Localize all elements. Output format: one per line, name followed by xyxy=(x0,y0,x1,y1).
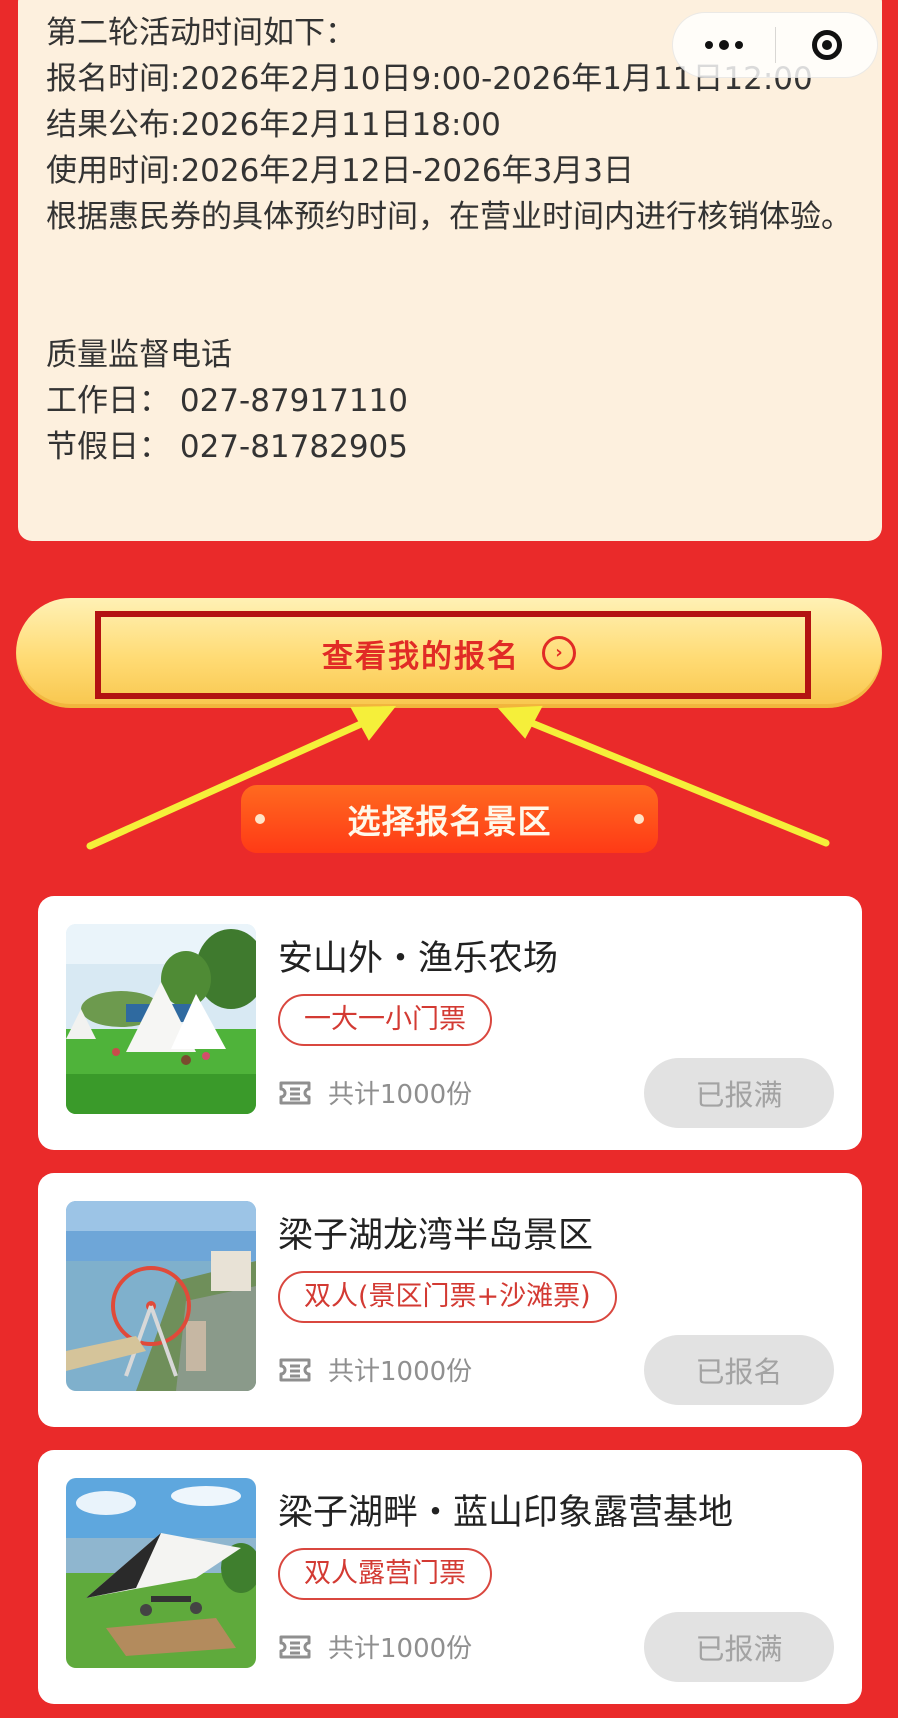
spot-photo-farm xyxy=(66,924,256,1114)
ticket-type-tag: 一大一小门票 xyxy=(278,994,492,1046)
ticket-icon xyxy=(279,1635,311,1658)
title-dot-left xyxy=(255,814,265,824)
title-dot-right xyxy=(634,814,644,824)
holiday-phone: 节假日： 027-81782905 xyxy=(46,429,408,465)
signup-status-button[interactable]: 已报名 xyxy=(644,1335,834,1405)
spot-photo-peninsula xyxy=(66,1201,256,1391)
chevron-right-circle-icon: › xyxy=(542,636,576,670)
close-miniprogram-icon[interactable] xyxy=(776,13,877,77)
ticket-count: 共计1000份 xyxy=(278,1628,472,1665)
spot-card[interactable]: 梁子湖龙湾半岛景区 双人(景区门票+沙滩票) 共计1000份 已报名 xyxy=(38,1173,862,1427)
supervision-title: 质量监督电话 xyxy=(46,337,232,373)
workday-phone: 工作日： 027-87917110 xyxy=(46,383,408,419)
signup-status-button[interactable]: 已报满 xyxy=(644,1612,834,1682)
ticket-type-tag: 双人(景区门票+沙滩票) xyxy=(278,1271,617,1323)
spot-name: 梁子湖畔・蓝山印象露营基地 xyxy=(278,1493,734,1533)
section-title-badge: 选择报名景区 xyxy=(241,785,658,853)
miniprogram-capsule xyxy=(672,12,878,78)
ticket-icon xyxy=(279,1081,311,1104)
ticket-count: 共计1000份 xyxy=(278,1351,472,1388)
spot-photo-campsite xyxy=(66,1478,256,1668)
use-time: 使用时间:2026年2月12日-2026年3月3日 xyxy=(46,153,635,189)
notice-spacer xyxy=(46,240,854,332)
activity-notice-card: 第二轮活动时间如下： 报名时间:2026年2月10日9:00-2026年1月11… xyxy=(18,0,882,541)
left-annotation-arrow-head xyxy=(350,705,397,741)
more-options-icon[interactable] xyxy=(673,13,775,77)
ticket-count-text: 共计1000份 xyxy=(328,1634,473,1664)
spot-name: 安山外・渔乐农场 xyxy=(278,939,559,979)
view-my-signup-button[interactable]: 查看我的报名 › xyxy=(16,598,882,708)
spot-name: 梁子湖龙湾半岛景区 xyxy=(278,1216,594,1256)
signup-status-button[interactable]: 已报满 xyxy=(644,1058,834,1128)
result-time: 结果公布:2026年2月11日18:00 xyxy=(46,107,501,143)
view-my-signup-label: 查看我的报名 xyxy=(322,638,520,675)
ticket-type-tag: 双人露营门票 xyxy=(278,1548,492,1600)
spot-card[interactable]: 安山外・渔乐农场 一大一小门票 共计1000份 已报满 xyxy=(38,896,862,1150)
ticket-icon xyxy=(279,1358,311,1381)
ticket-count-text: 共计1000份 xyxy=(328,1357,473,1387)
section-title: 选择报名景区 xyxy=(347,802,552,841)
usage-note: 根据惠民券的具体预约时间，在营业时间内进行核销体验。 xyxy=(46,199,852,235)
right-annotation-arrow-head xyxy=(497,705,543,739)
spot-card[interactable]: 梁子湖畔・蓝山印象露营基地 双人露营门票 共计1000份 已报满 xyxy=(38,1450,862,1704)
ticket-count: 共计1000份 xyxy=(278,1074,472,1111)
ticket-count-text: 共计1000份 xyxy=(328,1080,473,1110)
